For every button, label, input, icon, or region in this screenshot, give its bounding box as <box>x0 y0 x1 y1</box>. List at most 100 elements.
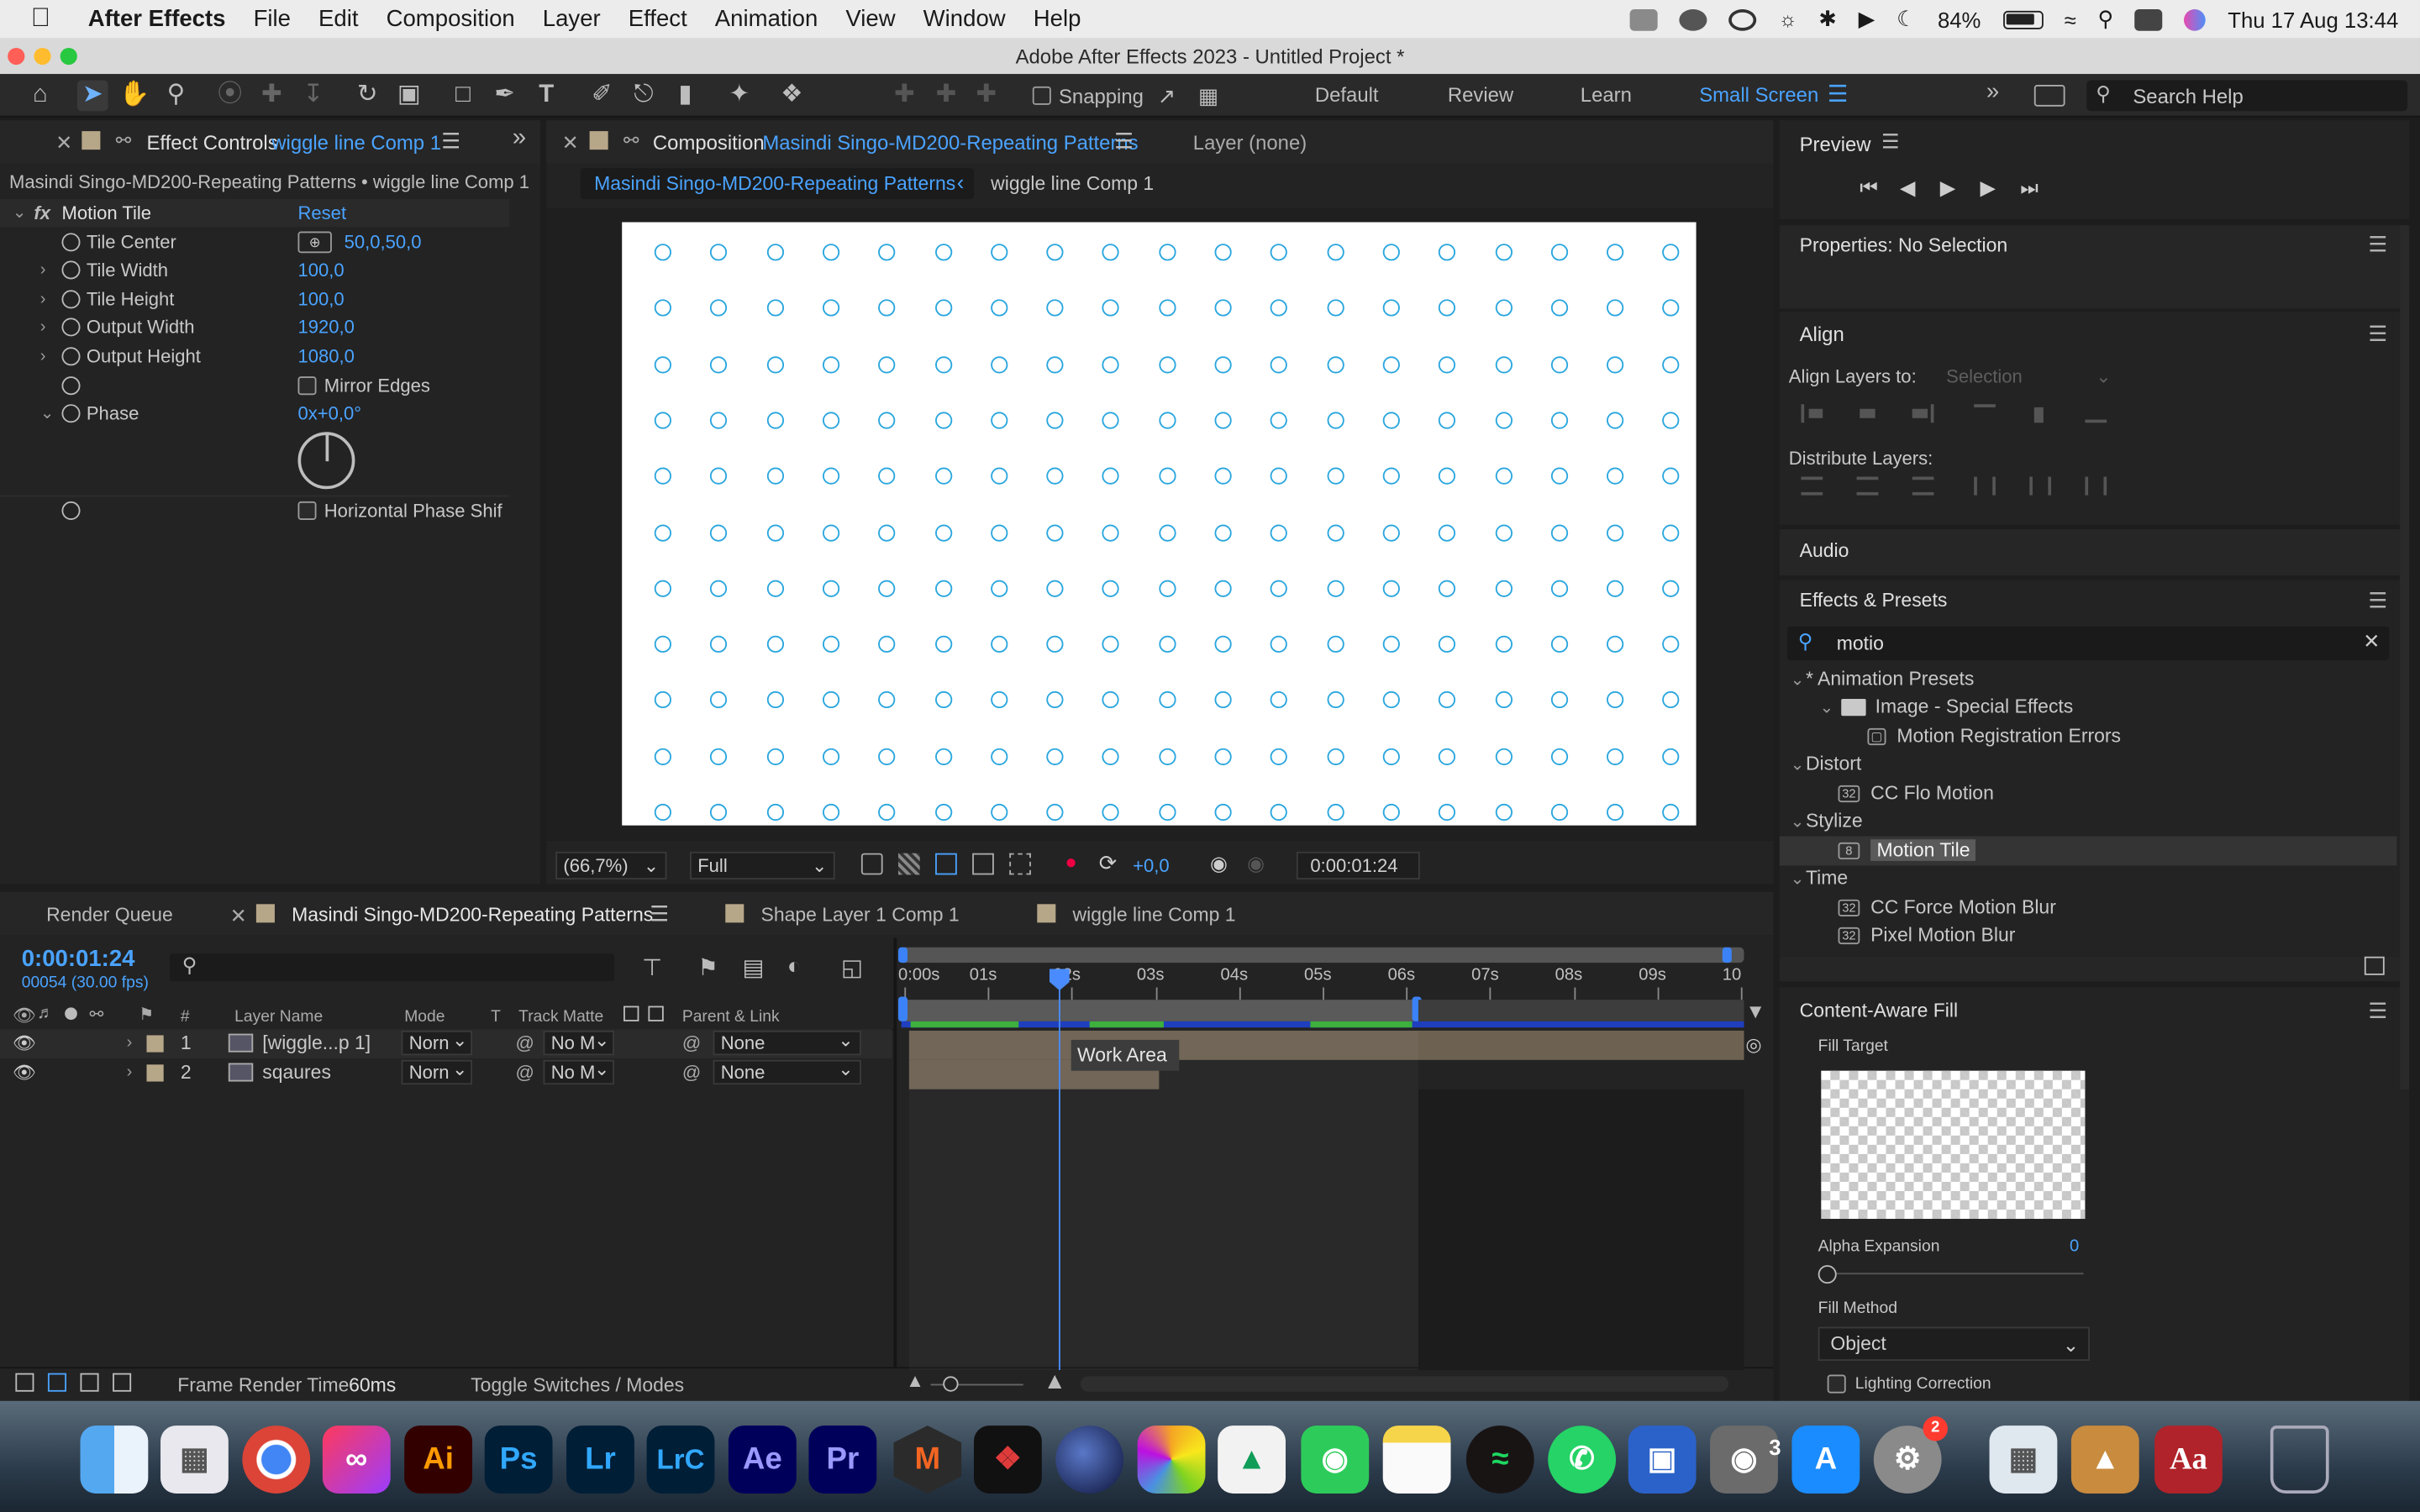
effect-controls-tab-layer[interactable]: wiggle line Comp 1 <box>271 131 441 155</box>
matte-pickwhip-icon[interactable]: @ <box>515 1058 534 1088</box>
exposure-value[interactable]: +0,0 <box>1133 855 1170 877</box>
menu-layer[interactable]: Layer <box>529 0 614 39</box>
layer-tab[interactable]: Layer (none) <box>1193 131 1307 155</box>
wifi-icon[interactable]: ≈ <box>2065 7 2076 31</box>
layer-search-input[interactable]: ⚲ <box>170 953 615 982</box>
creative-cloud-status-icon[interactable] <box>1680 8 1708 30</box>
audio-title[interactable]: Audio <box>1800 540 1849 562</box>
trash-icon[interactable] <box>2270 1425 2329 1494</box>
matte-pickwhip-icon[interactable]: @ <box>515 1029 534 1058</box>
fx-icon[interactable]: fx <box>34 199 50 227</box>
mask-visibility-icon[interactable] <box>935 853 957 875</box>
zoom-out-icon[interactable]: ▲ <box>906 1370 924 1392</box>
close-tab-icon[interactable]: ✕ <box>562 131 579 155</box>
navigator-start-handle[interactable] <box>897 947 908 963</box>
tab-render-queue[interactable]: Render Queue <box>46 904 173 926</box>
creative-cloud-icon[interactable]: ∞ <box>322 1425 391 1494</box>
zoom-slider-thumb[interactable] <box>943 1376 959 1392</box>
workspace-learn[interactable]: Learn <box>1581 83 1632 107</box>
maxon-icon[interactable]: ❖ <box>973 1425 1042 1494</box>
distribute-vcenter-icon[interactable] <box>1856 476 1879 496</box>
snapping-grid-icon[interactable]: ▦ <box>1193 81 1224 112</box>
minimize-window-icon[interactable] <box>34 47 51 66</box>
layer-switches-icon[interactable] <box>47 1373 66 1392</box>
timeline-scrollbar[interactable] <box>1080 1376 1729 1392</box>
hand-tool-icon[interactable]: ✋ <box>118 81 150 112</box>
mirror-edges-checkbox[interactable] <box>297 376 317 396</box>
alpha-slider-track[interactable] <box>1827 1273 2084 1275</box>
siri-icon[interactable] <box>2184 8 2207 30</box>
pan-camera-icon[interactable]: ✚ <box>256 81 287 112</box>
align-top-icon[interactable] <box>1974 404 1996 423</box>
shy-layers-icon[interactable]: ⚑ <box>697 953 718 981</box>
sync-settings-icon[interactable] <box>2033 85 2065 107</box>
align-hcenter-icon[interactable] <box>1856 404 1879 423</box>
motion-blur-icon[interactable]: ◐ <box>787 953 802 979</box>
param-value[interactable]: 1920,0 <box>297 313 354 341</box>
menu-window[interactable]: Window <box>909 0 1019 39</box>
mode-dropdown[interactable]: Norn ⌄ <box>401 1029 473 1056</box>
effect-controls-tab-prefix[interactable]: Effect Controls <box>146 131 277 155</box>
stopwatch-icon[interactable] <box>61 318 81 337</box>
puppet-pin-icon[interactable]: ❖ <box>776 81 808 112</box>
eraser-tool-icon[interactable]: ▮ <box>670 81 701 112</box>
panel-menu-icon[interactable]: ☰ <box>650 901 669 927</box>
dictionary-icon[interactable]: Aa <box>2154 1425 2223 1494</box>
lightroom-classic-icon[interactable]: LrC <box>646 1425 715 1494</box>
rotation-tool-icon[interactable]: ↻ <box>352 81 383 112</box>
phase-dial[interactable] <box>297 432 355 490</box>
time-ruler[interactable]: 0:00s01s02s03s04s05s06s07s08s09s10 <box>898 966 1744 1000</box>
moon-icon[interactable]: ☾ <box>1897 6 1916 32</box>
chevron-down-icon[interactable]: ⌄ <box>40 400 55 428</box>
in-out-icon[interactable] <box>113 1373 132 1392</box>
current-timecode[interactable]: 0:00:01:24 <box>22 946 135 972</box>
stopwatch-icon[interactable] <box>61 376 81 396</box>
layer-pickwhip-icon[interactable]: ◎ <box>1745 1034 1761 1056</box>
stopwatch-icon[interactable] <box>61 501 81 520</box>
breadcrumb-active[interactable]: Masindi Singo-MD200-Repeating Patterns ‹ <box>580 168 974 199</box>
facetime-icon[interactable]: ◉ <box>1301 1425 1370 1494</box>
stopwatch-icon[interactable] <box>61 233 81 252</box>
cinema4d-icon[interactable] <box>1055 1425 1124 1494</box>
close-tab-icon[interactable]: ✕ <box>230 904 247 928</box>
layer-name[interactable]: [wiggle...p 1] <box>262 1029 371 1058</box>
dolly-camera-icon[interactable]: ↧ <box>297 81 329 112</box>
lock-header-icon[interactable]: ⚯ <box>90 1005 104 1025</box>
distribute-right-icon[interactable] <box>2085 476 2107 496</box>
roto-brush-icon[interactable]: ✦ <box>723 81 755 112</box>
search-help-box[interactable]: ⚲ Search Help <box>2086 80 2408 112</box>
parent-dropdown[interactable]: None ⌄ <box>713 1058 861 1085</box>
crosshair-icon[interactable]: ⊕ <box>297 231 332 254</box>
render-time-icon[interactable] <box>15 1373 34 1392</box>
channel-icon[interactable]: ● <box>1065 850 1076 874</box>
chevron-right-icon[interactable]: › <box>40 343 55 370</box>
composition-mini-flowchart-icon[interactable]: ⊤ <box>642 953 662 981</box>
alpha-slider-thumb[interactable] <box>1818 1265 1837 1284</box>
zoom-window-icon[interactable] <box>60 47 77 66</box>
work-area-bar[interactable] <box>897 996 1422 1021</box>
label-header-icon[interactable]: ⚑ <box>139 1005 154 1025</box>
lock-icon[interactable]: ⚯ <box>116 129 131 151</box>
airdrop-icon[interactable] <box>1728 8 1758 30</box>
distribute-bottom-icon[interactable] <box>1912 476 1934 496</box>
column-layer-name[interactable]: Layer Name <box>234 1007 323 1026</box>
track-matte-dropdown[interactable]: No M ⌄ <box>543 1058 615 1085</box>
axis-local-icon[interactable]: ✚ <box>889 81 920 112</box>
reset-button[interactable]: Reset <box>297 199 346 227</box>
more-workspaces-icon[interactable]: » <box>1986 79 1999 105</box>
app-store-icon[interactable]: A <box>1791 1425 1860 1494</box>
orbit-camera-icon[interactable]: ⦿ <box>214 81 245 112</box>
workspace-menu-icon[interactable]: ☰ <box>1828 81 1849 108</box>
panel-menu-icon[interactable]: ☰ <box>2368 588 2387 614</box>
tab-main-comp[interactable]: Masindi Singo-MD200-Repeating Patterns <box>292 904 653 926</box>
chevron-right-icon[interactable]: › <box>127 1058 142 1088</box>
align-to-dropdown[interactable]: Selection ⌄ <box>1939 361 2118 392</box>
menu-effect[interactable]: Effect <box>614 0 701 39</box>
tree-image-special-effects[interactable]: ⌄ Image - Special Effects <box>1820 696 2074 717</box>
snapshot-icon[interactable]: ◉ <box>1210 852 1228 876</box>
navigator-end-handle[interactable] <box>1722 947 1732 963</box>
lock-icon[interactable]: ⚯ <box>623 129 639 151</box>
composition-tab-name[interactable]: Masindi Singo-MD200-Repeating Patterns <box>762 131 1138 155</box>
param-value[interactable]: 50,0,50,0 <box>345 228 422 256</box>
region-of-interest-icon[interactable] <box>972 853 994 875</box>
